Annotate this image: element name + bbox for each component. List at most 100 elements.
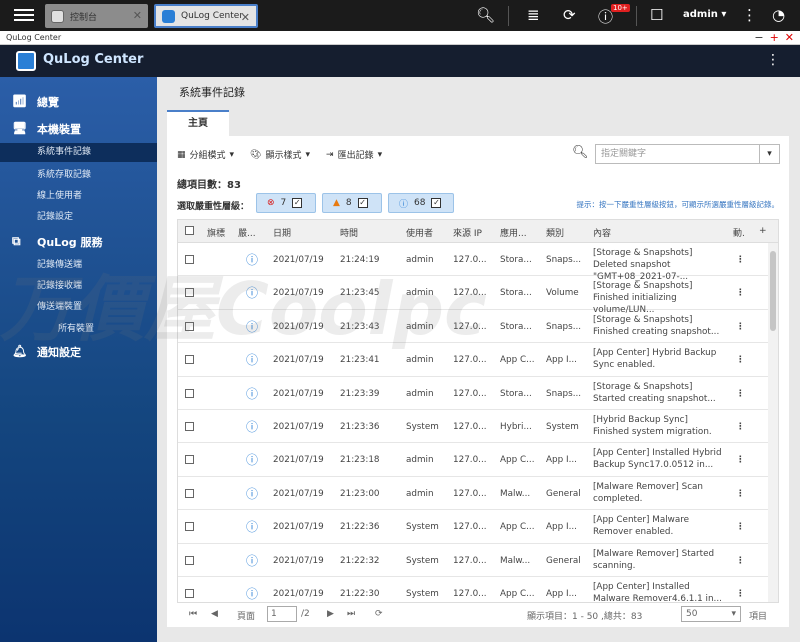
group-mode-button[interactable]: ▦ 分組模式 ▾ (177, 148, 234, 162)
row-checkbox[interactable] (185, 355, 194, 365)
table-row[interactable]: ⓘ 2021/07/19 21:24:19 admin 127.0... Stora...… (178, 243, 778, 282)
row-checkbox[interactable] (185, 388, 194, 398)
row-checkbox[interactable] (185, 288, 194, 298)
row-action-icon[interactable]: ⋮ (736, 422, 745, 432)
row-action-icon[interactable]: ⋮ (736, 389, 745, 399)
sidebar-item-online-users[interactable]: 線上使用者 (0, 188, 157, 201)
table-row[interactable]: ⓘ 2021/07/19 21:22:36 System 127.0... App C..… (178, 510, 778, 544)
column-date[interactable]: 日期 (273, 226, 291, 239)
sidebar-item-overview[interactable]: 📶︎ 總覽 (0, 94, 157, 112)
search-icon[interactable]: 🔍︎ (476, 6, 495, 24)
row-checkbox[interactable] (185, 488, 194, 498)
severity-info-button[interactable]: ⓘ 68 ✓ (388, 193, 454, 213)
dashboard-icon[interactable]: ◔ (772, 6, 785, 24)
row-action-icon[interactable]: ⋮ (736, 288, 745, 298)
row-action-icon[interactable]: ⋮ (736, 489, 745, 499)
scrollbar-thumb[interactable] (770, 251, 776, 331)
last-page-icon[interactable]: ⏭ (347, 609, 355, 619)
row-checkbox[interactable] (185, 522, 194, 532)
refresh-icon[interactable]: ⟳ (375, 609, 383, 619)
table-row[interactable]: ⓘ 2021/07/19 21:22:32 System 127.0... Malw...… (178, 544, 778, 577)
table-row[interactable]: ⓘ 2021/07/19 21:23:45 admin 127.0... Stora...… (178, 276, 778, 315)
column-flag[interactable]: 旗標 (207, 226, 225, 239)
prev-page-icon[interactable]: ◀ (211, 609, 218, 619)
table-row[interactable]: ⓘ 2021/07/19 21:23:36 System 127.0... Hybri..… (178, 410, 778, 444)
cell-date: 2021/07/19 (273, 388, 324, 399)
column-severity[interactable]: 嚴... (238, 226, 256, 239)
row-checkbox[interactable] (185, 589, 194, 598)
sidebar-item-log-sender[interactable]: 記錄傳送端 (0, 257, 157, 270)
search-icon[interactable]: 🔍︎ (572, 145, 589, 160)
page-number-input[interactable]: 1 (267, 606, 297, 622)
column-application[interactable]: 應用... (500, 226, 527, 239)
more-icon[interactable]: ⋮ (766, 52, 780, 68)
severity-error-button[interactable]: ⊗ 7 ✓ (256, 193, 316, 213)
table-row[interactable]: ⓘ 2021/07/19 21:23:41 admin 127.0... App C...… (178, 343, 778, 377)
info-icon: ⓘ (246, 587, 259, 601)
select-all-checkbox[interactable] (185, 226, 194, 235)
task-stack-icon[interactable]: ≣ (527, 6, 540, 24)
row-checkbox[interactable] (185, 422, 194, 431)
close-icon[interactable]: ✕ (785, 31, 794, 44)
column-time[interactable]: 時間 (340, 226, 358, 239)
table-row[interactable]: ⓘ 2021/07/19 21:23:00 admin 127.0... Malw... G… (178, 477, 778, 511)
sidebar-item-system-access-log[interactable]: 系統存取記錄 (0, 167, 157, 180)
severity-warning-button[interactable]: ▲ 8 ✓ (322, 193, 382, 213)
table-row[interactable]: ⓘ 2021/07/19 21:23:43 admin 127.0... Stora...… (178, 310, 778, 344)
row-action-icon[interactable]: ⋮ (736, 522, 745, 532)
more-icon[interactable]: ⋮ (742, 6, 757, 24)
first-page-icon[interactable]: ⏮ (189, 609, 197, 619)
sidebar-item-log-receiver[interactable]: 記錄接收端 (0, 278, 157, 291)
chevron-down-icon[interactable]: ▾ (759, 145, 779, 163)
sidebar-item-local-device[interactable]: 🖥︎ 本機裝置 (0, 121, 157, 139)
sidebar-item-notification-settings[interactable]: 🔔︎ 通知設定 (0, 344, 157, 362)
row-checkbox[interactable] (185, 255, 194, 264)
export-log-button[interactable]: ⇥ 匯出記錄 ▾ (326, 148, 382, 162)
column-action[interactable]: 動. (733, 226, 745, 239)
tab-home[interactable]: 主頁 (167, 110, 229, 136)
cell-source-ip: 127.0... (453, 388, 487, 399)
row-checkbox[interactable] (185, 555, 194, 565)
checkbox[interactable]: ✓ (292, 198, 303, 208)
column-category[interactable]: 類別 (546, 226, 564, 239)
table-row[interactable]: ⓘ 2021/07/19 21:23:18 admin 127.0... App C...… (178, 443, 778, 477)
keyword-search-input[interactable]: 指定關鍵字 ▾ (595, 144, 780, 164)
add-column-button[interactable]: + (759, 226, 767, 236)
vertical-scrollbar[interactable] (768, 243, 778, 602)
row-action-icon[interactable]: ⋮ (736, 589, 745, 599)
tab-control-panel[interactable]: 控制台 ✕ (45, 4, 148, 28)
user-icon[interactable]: ☐ (650, 6, 663, 24)
tab-qulog-center[interactable]: QuLog Center ✕ (154, 4, 258, 28)
maximize-icon[interactable]: + (770, 31, 779, 44)
column-source-ip[interactable]: 來源 IP (453, 226, 482, 239)
user-menu[interactable]: admin ▾ (683, 9, 726, 20)
display-style-button[interactable]: 🎨︎ 顯示樣式 ▾ (250, 148, 310, 162)
row-action-icon[interactable]: ⋮ (736, 556, 745, 566)
column-user[interactable]: 使用者 (406, 226, 433, 239)
sidebar-item-all-devices[interactable]: 所有裝置 (0, 321, 157, 334)
minimize-icon[interactable]: − (754, 31, 763, 44)
checkbox[interactable]: ✓ (431, 198, 442, 208)
row-action-icon[interactable]: ⋮ (736, 255, 745, 265)
row-action-icon[interactable]: ⋮ (736, 455, 745, 465)
cell-content: [Hybrid Backup Sync] Finished system mig… (593, 415, 712, 437)
sidebar-item-sender-devices[interactable]: 傳送端裝置 (0, 299, 157, 312)
close-icon[interactable]: ✕ (133, 9, 142, 22)
column-content[interactable]: 內容 (593, 226, 611, 239)
table-row[interactable]: ⓘ 2021/07/19 21:23:39 admin 127.0... Stora...… (178, 377, 778, 410)
table-row[interactable]: ⓘ 2021/07/19 21:22:30 System 127.0... App C..… (178, 577, 778, 602)
sidebar-item-system-event-log[interactable]: 系統事件記錄 (0, 143, 157, 162)
sync-icon[interactable]: ⟳ (563, 6, 576, 24)
cell-application: Hybri... (500, 422, 532, 432)
close-icon[interactable]: ✕ (241, 11, 250, 24)
sidebar-item-qulog-service[interactable]: ⧉ QuLog 服務 (0, 234, 157, 252)
row-checkbox[interactable] (185, 455, 194, 465)
sidebar-item-log-settings[interactable]: 記錄設定 (0, 209, 157, 222)
menu-icon[interactable] (14, 6, 34, 24)
row-action-icon[interactable]: ⋮ (736, 322, 745, 332)
items-per-page-select[interactable]: 50 ▾ (681, 606, 741, 622)
row-checkbox[interactable] (185, 321, 194, 331)
checkbox[interactable]: ✓ (357, 198, 368, 208)
next-page-icon[interactable]: ▶ (327, 609, 334, 619)
row-action-icon[interactable]: ⋮ (736, 355, 745, 365)
